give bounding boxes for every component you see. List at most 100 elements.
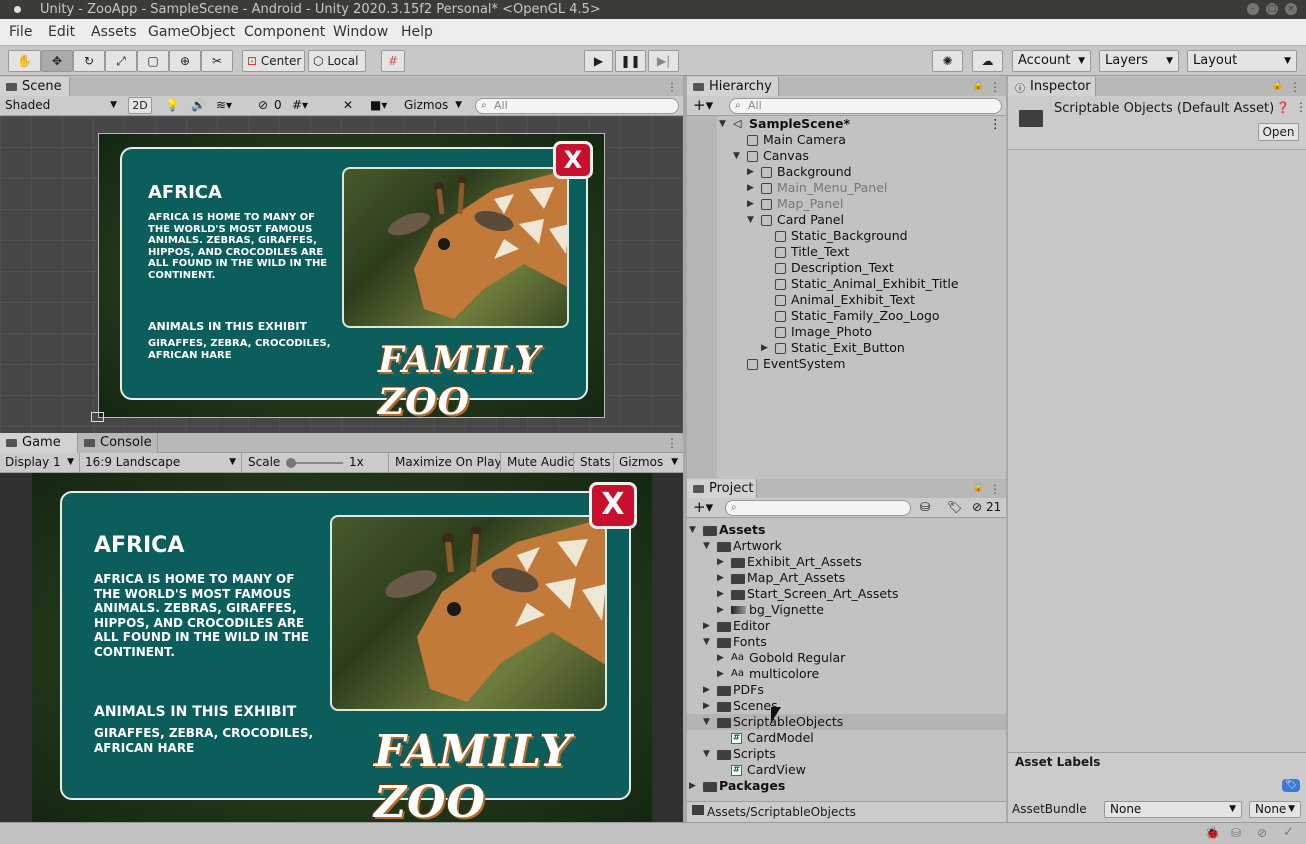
assetbundle-dropdown[interactable]: None ▼ — [1104, 801, 1242, 818]
scene-context-menu-icon[interactable]: ⋮ — [989, 116, 1002, 132]
game-viewport[interactable]: AFRICA AFRICA IS HOME TO MANY OF THE WOR… — [0, 473, 683, 822]
pause-button-icon[interactable]: ❚❚ — [615, 50, 646, 72]
shading-mode-dropdown[interactable]: Shaded ▼ — [0, 96, 122, 115]
collapsed-arrow-icon[interactable]: ▶ — [717, 570, 724, 586]
hierarchy-menu-icon[interactable]: ⋮ — [989, 80, 1001, 94]
rotate-tool-icon[interactable]: ↻ — [73, 50, 105, 72]
collapsed-arrow-icon[interactable]: ▶ — [717, 554, 724, 570]
maximize-window-icon[interactable]: □ — [1266, 3, 1278, 15]
hierarchy-row[interactable]: Static_Family_Zoo_Logo — [687, 308, 1006, 324]
transform-tool-icon[interactable]: ⊕ — [169, 50, 201, 72]
expanded-arrow-icon[interactable]: ▼ — [703, 746, 710, 762]
expanded-arrow-icon[interactable]: ▼ — [719, 116, 726, 132]
lock-icon[interactable]: 🔒 — [1271, 80, 1283, 91]
project-row[interactable]: # CardModel — [687, 730, 1006, 746]
project-row[interactable]: ▶ Scenes — [687, 698, 1006, 714]
menu-assets[interactable]: Assets — [91, 19, 137, 46]
game-menu-icon[interactable]: ⋮ — [666, 436, 678, 450]
project-menu-icon[interactable]: ⋮ — [989, 482, 1001, 496]
hidden-packages-icon[interactable]: ⊘ — [972, 498, 982, 517]
mute-audio-toggle[interactable]: Mute Audio — [500, 453, 575, 472]
hierarchy-row[interactable]: EventSystem — [687, 356, 1006, 372]
project-row[interactable]: ▼ Assets — [687, 522, 1006, 538]
expanded-arrow-icon[interactable]: ▼ — [703, 538, 710, 554]
tab-console[interactable]: Console — [78, 433, 158, 453]
collapsed-arrow-icon[interactable]: ▶ — [717, 602, 724, 618]
project-row[interactable]: ▶ Aa Gobold Regular — [687, 650, 1006, 666]
snap-grid-icon[interactable]: # — [381, 50, 405, 72]
hierarchy-row[interactable]: ▶ Map_Panel — [687, 196, 1006, 212]
hierarchy-row[interactable]: Static_Background — [687, 228, 1006, 244]
hierarchy-row[interactable]: Main Camera — [687, 132, 1006, 148]
collapsed-arrow-icon[interactable]: ▶ — [703, 618, 710, 634]
collapsed-arrow-icon[interactable]: ▶ — [747, 180, 754, 196]
add-object-icon[interactable]: +▾ — [693, 96, 713, 115]
display-dropdown[interactable]: Display 1 ▼ — [0, 453, 80, 472]
audio-icon[interactable]: 🔊 — [191, 96, 206, 115]
bug-icon[interactable]: 🐞 — [1205, 826, 1220, 840]
grid-icon[interactable]: #▾ — [292, 96, 308, 115]
project-row[interactable]: ▶ Start_Screen_Art_Assets — [687, 586, 1006, 602]
project-row[interactable]: ▶ PDFs — [687, 682, 1006, 698]
hierarchy-row[interactable]: Image_Photo — [687, 324, 1006, 340]
expanded-arrow-icon[interactable]: ▼ — [689, 522, 696, 538]
scene-menu-icon[interactable]: ⋮ — [666, 80, 678, 94]
scene-search-input[interactable]: ⌕ All — [475, 98, 679, 114]
collapsed-arrow-icon[interactable]: ▶ — [689, 778, 696, 794]
assetbundle-variant-dropdown[interactable]: None ▼ — [1249, 801, 1301, 818]
menu-gameobject[interactable]: GameObject — [148, 19, 235, 46]
expanded-arrow-icon[interactable]: ▼ — [703, 714, 710, 730]
hierarchy-row[interactable]: ▼ ◁ SampleScene* ⋮ — [687, 116, 1006, 132]
project-row[interactable]: ▶ Packages — [687, 778, 1006, 794]
maximize-on-play-toggle[interactable]: Maximize On Play — [388, 453, 502, 472]
collapsed-arrow-icon[interactable]: ▶ — [747, 196, 754, 212]
collapsed-arrow-icon[interactable]: ▶ — [703, 698, 710, 714]
hand-tool-icon[interactable]: ✋ — [8, 50, 41, 72]
project-row[interactable]: ▶ Editor — [687, 618, 1006, 634]
collapsed-arrow-icon[interactable]: ▶ — [717, 586, 724, 602]
collapsed-arrow-icon[interactable]: ▶ — [717, 666, 724, 682]
project-row[interactable]: ▼ Scripts — [687, 746, 1006, 762]
toggle-2d-button[interactable]: 2D — [128, 97, 152, 114]
collab-icon[interactable]: ✺ — [932, 50, 963, 72]
check-icon[interactable]: ✓ — [1283, 825, 1294, 840]
pivot-center-button[interactable]: ⊡ Center — [242, 50, 305, 72]
game-gizmos-dropdown[interactable]: Gizmos ▼ — [613, 453, 683, 472]
menu-file[interactable]: File — [9, 19, 32, 46]
hierarchy-row[interactable]: Description_Text — [687, 260, 1006, 276]
play-button-icon[interactable]: ▶ — [584, 50, 613, 72]
menu-edit[interactable]: Edit — [48, 19, 75, 46]
hierarchy-row[interactable]: ▶ Main_Menu_Panel — [687, 180, 1006, 196]
menu-help[interactable]: Help — [401, 19, 433, 46]
layers-status-icon[interactable]: ⛁ — [1231, 826, 1241, 840]
close-window-icon[interactable]: × — [1285, 3, 1297, 15]
pivot-local-button[interactable]: ⬡ Local — [308, 50, 366, 72]
step-button-icon[interactable]: ▶| — [648, 50, 679, 72]
help-icon[interactable]: ❓ — [1276, 101, 1290, 114]
tab-game[interactable]: Game — [0, 433, 78, 453]
search-by-type-icon[interactable]: ⛁ — [920, 498, 930, 517]
label-tag-icon[interactable]: 🏷 — [1282, 779, 1300, 792]
account-dropdown[interactable]: Account ▼ — [1012, 50, 1091, 72]
lighting-icon[interactable]: 💡 — [165, 96, 180, 115]
project-row[interactable]: ▶ Aa multicolore — [687, 666, 1006, 682]
expanded-arrow-icon[interactable]: ▼ — [733, 148, 740, 164]
tools-icon[interactable]: ✕ — [343, 96, 353, 115]
scale-slider-thumb[interactable] — [286, 458, 296, 468]
custom-tool-icon[interactable]: ✂ — [201, 50, 233, 72]
scene-anchor-handle[interactable] — [91, 412, 104, 422]
search-by-label-icon[interactable]: 🏷 — [947, 498, 962, 517]
menu-component[interactable]: Component — [244, 19, 325, 46]
hierarchy-row[interactable]: ▼ Canvas — [687, 148, 1006, 164]
scene-viewport[interactable]: AFRICA AFRICA IS HOME TO MANY OF THE WOR… — [0, 116, 683, 433]
hidden-objects-icon[interactable]: ⊘ — [258, 96, 268, 115]
lock-icon[interactable]: 🔒 — [972, 482, 984, 493]
tab-hierarchy[interactable]: Hierarchy — [687, 77, 779, 97]
layers-dropdown[interactable]: Layers ▼ — [1099, 50, 1179, 72]
project-row[interactable]: # CardView — [687, 762, 1006, 778]
hierarchy-row[interactable]: Title_Text — [687, 244, 1006, 260]
hierarchy-row[interactable]: Animal_Exhibit_Text — [687, 292, 1006, 308]
scene-close-button[interactable]: X — [553, 141, 593, 179]
minimize-window-icon[interactable]: – — [1247, 3, 1259, 15]
inspector-context-icon[interactable]: ⋮ — [1295, 100, 1306, 114]
